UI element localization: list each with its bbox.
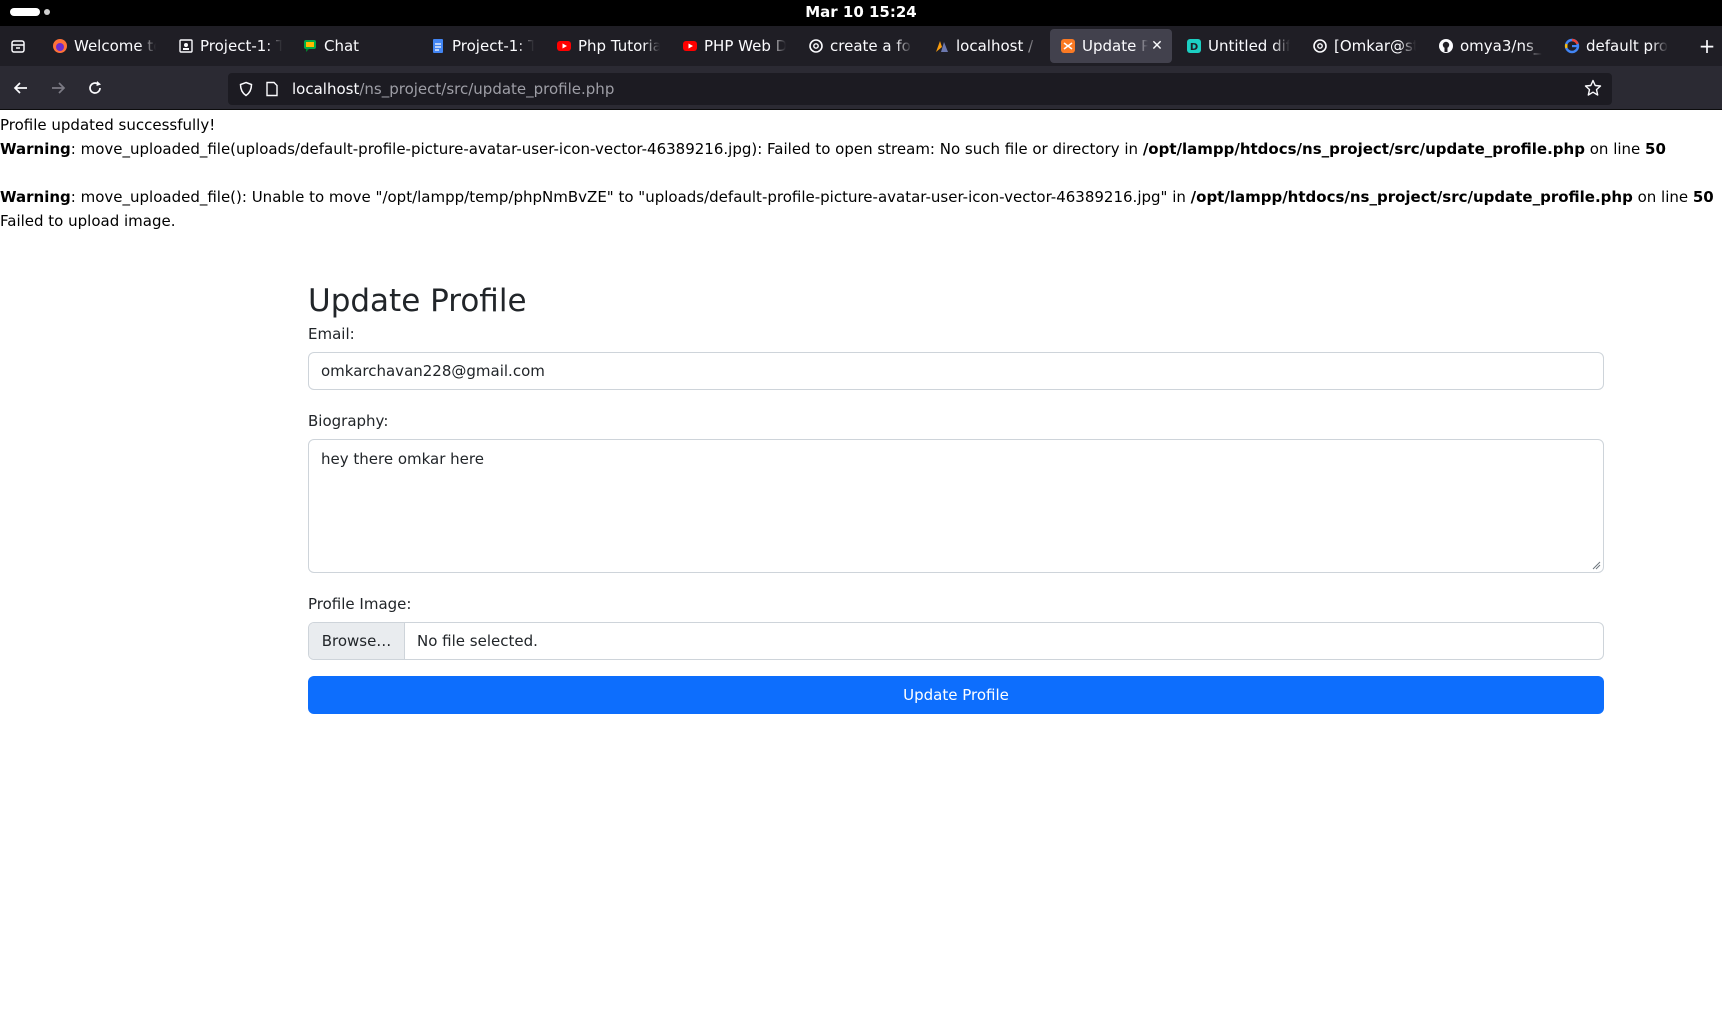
tab-title: create a form	[830, 37, 912, 55]
tab-project-1-docs[interactable]: Project-1: Traditional Web Application	[420, 29, 540, 63]
profile-image-file-input[interactable]: Browse… No file selected.	[308, 622, 1604, 660]
google-docs-icon	[430, 38, 446, 54]
warning-online: on line	[1584, 140, 1646, 158]
php-warning-1: Warning: move_uploaded_file(uploads/defa…	[0, 137, 1714, 161]
file-status: No file selected.	[417, 632, 538, 650]
biography-text: hey there omkar here	[321, 450, 484, 468]
tab-php-web-dev[interactable]: PHP Web Development	[672, 29, 792, 63]
tab-title: omya3/ns_project	[1460, 37, 1542, 55]
tracking-protection-shield-icon[interactable]	[236, 81, 256, 97]
bookmark-star-icon[interactable]	[1584, 79, 1602, 101]
xampp-icon	[1060, 38, 1076, 54]
form-title: Update Profile	[308, 283, 527, 319]
resize-grip-icon[interactable]	[1591, 560, 1601, 570]
tab-title: localhost / localhost / ns_project	[956, 37, 1038, 55]
tab-default-profile-picture[interactable]: default profile picture	[1554, 29, 1674, 63]
biography-textarea[interactable]: hey there omkar here	[308, 439, 1604, 573]
warning-line-number: 50	[1645, 140, 1666, 158]
tab-untitled-diff[interactable]: D Untitled diff	[1176, 29, 1296, 63]
phpmyadmin-icon	[934, 38, 950, 54]
biography-label: Biography:	[308, 412, 389, 430]
tab-list-icon	[11, 40, 25, 53]
tab-title: Project-1: Traditional Web Application	[200, 37, 282, 55]
warning-label: Warning	[0, 188, 71, 206]
tab-create-a-form[interactable]: create a form	[798, 29, 918, 63]
tab-project-1[interactable]: Project-1: Traditional Web Application	[168, 29, 288, 63]
youtube-icon	[682, 38, 698, 54]
browser-tab-strip: Welcome to Firefox Project-1: Traditiona…	[0, 26, 1722, 66]
warning-text: : move_uploaded_file(uploads/default-pro…	[70, 140, 1143, 158]
update-profile-button[interactable]: Update Profile	[308, 676, 1604, 714]
google-chat-icon	[302, 38, 318, 54]
tab-title: Chat	[324, 37, 360, 55]
close-tab-icon[interactable]: ✕	[1148, 38, 1166, 54]
github-icon	[1438, 38, 1454, 54]
chatgpt-icon	[1312, 38, 1328, 54]
tab-title: Php Tutorial for Beginners	[578, 37, 660, 55]
warning-label: Warning	[0, 140, 71, 158]
tab-chat[interactable]: Chat	[292, 29, 414, 63]
url-host: localhost	[292, 80, 360, 98]
email-field[interactable]: omkarchavan228@gmail.com	[308, 352, 1604, 390]
new-tab-button[interactable]: +	[1692, 29, 1722, 63]
reload-icon	[89, 80, 101, 94]
php-output: Profile updated successfully! Warning: m…	[0, 113, 1714, 233]
tab-php-tutorial[interactable]: Php Tutorial for Beginners	[546, 29, 666, 63]
profile-image-label: Profile Image:	[308, 595, 412, 613]
arrow-left-icon	[13, 81, 27, 94]
back-button[interactable]	[5, 72, 37, 104]
tab-phpmyadmin[interactable]: localhost / localhost / ns_project	[924, 29, 1044, 63]
url-path: /ns_project/src/update_profile.php	[359, 80, 615, 98]
url-text[interactable]: localhost/ns_project/src/update_profile.…	[292, 80, 614, 98]
plus-icon: +	[1698, 34, 1716, 58]
youtube-icon	[556, 38, 572, 54]
success-message: Profile updated successfully!	[0, 116, 216, 134]
system-clock[interactable]: Mar 10 15:24	[0, 3, 1722, 21]
reload-button[interactable]	[79, 72, 111, 104]
tab-title: PHP Web Development	[704, 37, 786, 55]
firefox-icon	[52, 38, 68, 54]
browser-nav-bar: localhost/ns_project/src/update_profile.…	[0, 66, 1722, 110]
chatgpt-icon	[808, 38, 824, 54]
svg-text:D: D	[1190, 42, 1198, 53]
upload-failed-message: Failed to upload image.	[0, 212, 176, 230]
warning-online: on line	[1632, 188, 1693, 206]
warning-line-number: 50	[1692, 188, 1714, 206]
tab-title: [Omkar@stack]	[1334, 37, 1416, 55]
tab-list-button[interactable]	[1, 29, 35, 63]
tab-omkar-stack[interactable]: [Omkar@stack]	[1302, 29, 1422, 63]
forward-button[interactable]	[42, 72, 74, 104]
warning-text: : move_uploaded_file(): Unable to move "…	[70, 188, 1191, 206]
google-icon	[1564, 38, 1580, 54]
warning-file-path: /opt/lampp/htdocs/ns_project/src/update_…	[1190, 188, 1633, 206]
warning-file-path: /opt/lampp/htdocs/ns_project/src/update_…	[1142, 140, 1585, 158]
address-bar[interactable]: localhost/ns_project/src/update_profile.…	[228, 73, 1612, 105]
system-top-bar: Mar 10 15:24	[0, 0, 1722, 26]
browse-button[interactable]: Browse…	[309, 623, 405, 659]
tab-title: Welcome to Firefox	[74, 37, 156, 55]
php-warning-2: Warning: move_uploaded_file(): Unable to…	[0, 185, 1714, 209]
tab-title: Untitled diff	[1208, 37, 1290, 55]
tab-title: default profile picture	[1586, 37, 1668, 55]
tab-title: Update Profile	[1082, 37, 1148, 55]
email-label: Email:	[308, 325, 355, 343]
diffchecker-icon: D	[1186, 38, 1202, 54]
arrow-right-icon	[52, 81, 66, 94]
tab-title: Project-1: Traditional Web Application	[452, 37, 534, 55]
tab-github-repo[interactable]: omya3/ns_project	[1428, 29, 1548, 63]
tab-welcome-firefox[interactable]: Welcome to Firefox	[42, 29, 162, 63]
image-doc-icon	[178, 38, 194, 54]
page-info-icon[interactable]	[262, 81, 282, 97]
tab-update-profile[interactable]: Update Profile ✕	[1050, 29, 1172, 63]
update-profile-form: Update Profile Email: omkarchavan228@gma…	[308, 279, 1604, 714]
page-content: Profile updated successfully! Warning: m…	[0, 111, 1722, 1023]
